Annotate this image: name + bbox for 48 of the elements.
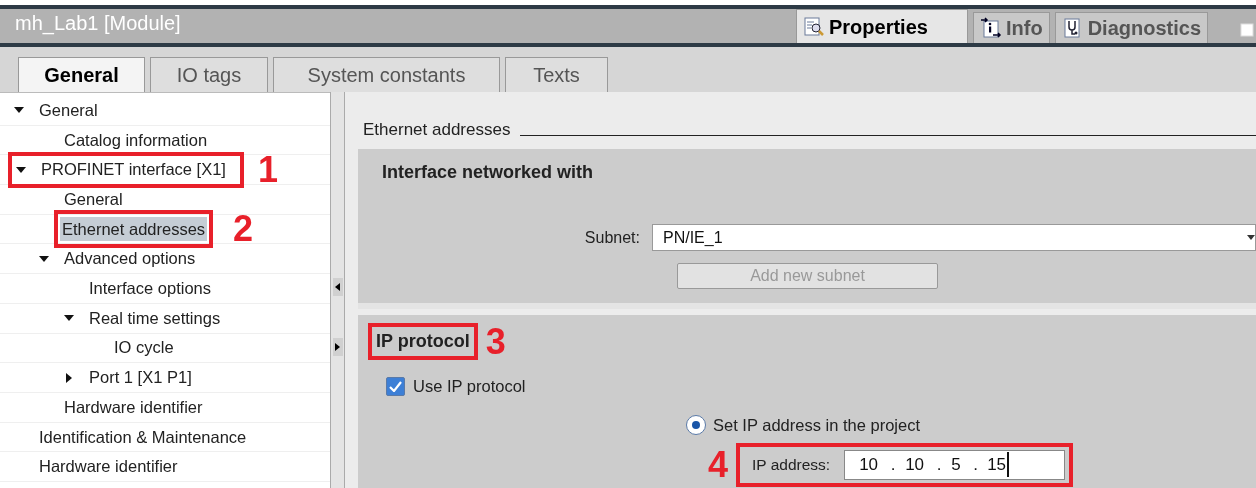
triangle-left-icon (335, 283, 340, 291)
expand-right-button[interactable] (332, 338, 343, 356)
subnet-dropdown[interactable]: PN/IE_1 (652, 224, 1256, 251)
field-label: IP address: (751, 454, 832, 475)
tab[interactable]: Texts (505, 57, 608, 92)
panel-title: IP protocol (375, 330, 471, 353)
tree-item[interactable]: Hardware identifier (62, 394, 205, 420)
checkbox[interactable] (386, 376, 405, 396)
tree-item[interactable]: Ethernet addresses (60, 216, 208, 242)
window-title: mh_Lab1 [Module] (15, 11, 181, 37)
tree-item[interactable]: IO cycle (112, 335, 176, 361)
tree-item[interactable]: General (62, 187, 125, 212)
callout-number: 4 (708, 446, 729, 483)
inspector-tab[interactable]: Diagnostics (1054, 12, 1208, 43)
ip-address-field[interactable]: 10 . 10 . 5 . 15 (844, 449, 1066, 480)
tree-item[interactable]: General (37, 97, 100, 123)
tree-item[interactable]: Catalog information (62, 127, 210, 153)
tree-item[interactable]: Interface options (87, 276, 213, 301)
tab[interactable]: IO tags (150, 57, 268, 92)
collapse-left-button[interactable] (332, 278, 343, 296)
checkmark-icon (389, 380, 402, 392)
caret-icon (1247, 234, 1255, 241)
tree-item[interactable]: Hardware identifier (37, 454, 180, 479)
tree-item[interactable]: Identification & Maintenance (37, 424, 249, 450)
radio-button[interactable] (686, 415, 706, 436)
section-heading: Ethernet addresses (362, 118, 511, 141)
tree-item[interactable]: Port 1 [X1 P1] (87, 365, 194, 390)
callout-number: 2 (233, 211, 254, 248)
panel-title: Interface networked with (382, 161, 595, 184)
tab[interactable]: System constants (273, 57, 500, 92)
tree-item[interactable]: Real time settings (87, 305, 223, 331)
magnifier-document-icon (803, 15, 825, 38)
field-label: Subnet: (583, 227, 641, 248)
expanded-triangle-icon[interactable] (16, 164, 26, 175)
expanded-triangle-icon[interactable] (39, 253, 49, 264)
inspector-tab[interactable]: Properties (796, 9, 968, 43)
tab[interactable]: General (18, 57, 145, 92)
tree-item[interactable]: PROFINET interface [X1] (39, 157, 228, 183)
info-arrows-icon (980, 17, 1002, 39)
window-icon (1240, 23, 1254, 37)
callout-number: 1 (257, 151, 278, 188)
collapsed-triangle-icon[interactable] (64, 372, 74, 383)
triangle-right-icon (335, 343, 340, 351)
callout-number: 3 (485, 323, 506, 360)
use-ip-checkbox[interactable]: Use IP protocol (386, 374, 1256, 399)
inspector-tab[interactable]: Info (973, 12, 1050, 43)
tree-item[interactable]: Advanced options (62, 246, 198, 272)
set-ip-radio[interactable]: Set IP address in the project (686, 412, 1256, 438)
